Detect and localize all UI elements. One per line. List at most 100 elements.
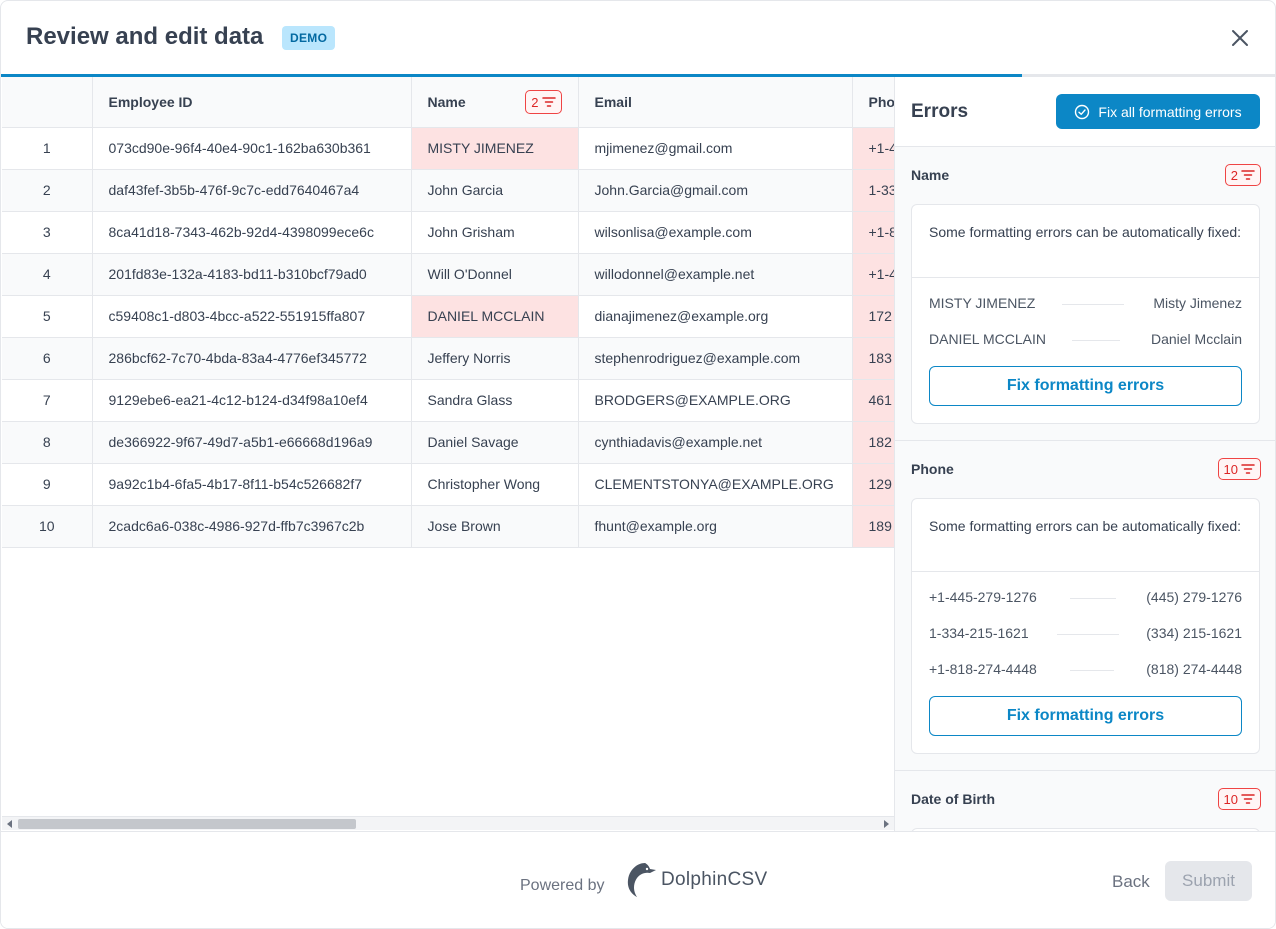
name-cell[interactable]: Sandra Glass (411, 379, 579, 422)
close-button[interactable] (1227, 25, 1253, 51)
table-row: 2 daf43fef-3b5b-476f-9c7c-edd7640467a4 Joh… (2, 169, 894, 212)
employee-id-cell[interactable]: 286bcf62-7c70-4bda-83a4-4776ef345772 (92, 337, 412, 380)
fix-row: 1-334-215-1621 (334) 215-1621 (912, 616, 1259, 652)
employee-id-cell[interactable]: daf43fef-3b5b-476f-9c7c-edd7640467a4 (92, 169, 412, 212)
section-error-filter[interactable]: 10 (1217, 788, 1261, 810)
email-cell[interactable]: CLEMENTSTONYA@EXAMPLE.ORG (578, 463, 853, 506)
phone-cell[interactable]: +1-445-279-1276 (852, 127, 894, 170)
fix-connector (1057, 634, 1119, 635)
email-cell[interactable]: fhunt@example.org (578, 505, 853, 548)
phone-cell[interactable]: 461 (852, 379, 894, 422)
fix-card: Some formatting errors can be automatica… (911, 498, 1260, 754)
employee-id-cell[interactable]: de366922-9f67-49d7-a5b1-e66668d196a9 (92, 421, 412, 464)
employee-id-cell[interactable]: c59408c1-d803-4bcc-a522-551915ffa807 (92, 295, 412, 338)
row-number-cell: 10 (2, 505, 93, 548)
scroll-left-icon[interactable] (7, 820, 12, 828)
modal-header: Review and edit data DEMO (1, 1, 1275, 77)
fix-from: +1-818-274-4448 (929, 661, 1037, 677)
fix-from: 1-334-215-1621 (929, 625, 1029, 641)
column-header-label: Employee ID (108, 93, 193, 110)
filter-icon (541, 97, 556, 107)
email-cell[interactable]: wilsonlisa@example.com (578, 211, 853, 254)
fix-from: MISTY JIMENEZ (929, 295, 1036, 311)
back-button[interactable]: Back (1112, 872, 1150, 892)
email-cell[interactable]: mjimenez@gmail.com (578, 127, 853, 170)
name-cell[interactable]: Will O'Donnel (411, 253, 579, 296)
error-count: 10 (1223, 461, 1238, 477)
name-cell[interactable]: John Grisham (411, 211, 579, 254)
name-cell[interactable]: Jeffery Norris (411, 337, 579, 380)
fix-connector (1070, 670, 1114, 671)
column-header-phone[interactable]: Phone (852, 77, 894, 128)
section-error-filter[interactable]: 10 (1217, 458, 1261, 480)
powered-by-label: Powered by (520, 877, 605, 894)
fix-to: (445) 279-1276 (1146, 589, 1242, 605)
fix-phone-button[interactable]: Fix formatting errors (929, 696, 1242, 736)
employee-id-cell[interactable]: 073cd90e-96f4-40e4-90c1-162ba630b361 (92, 127, 412, 170)
phone-cell[interactable]: 183 (852, 337, 894, 380)
email-cell[interactable]: willodonnel@example.net (578, 253, 853, 296)
error-count: 10 (1223, 791, 1238, 807)
name-cell[interactable]: DANIEL MCCLAIN (411, 295, 579, 338)
fix-name-button[interactable]: Fix formatting errors (929, 366, 1242, 406)
scroll-right-icon[interactable] (884, 820, 889, 828)
email-cell[interactable]: dianajimenez@example.org (578, 295, 853, 338)
row-number-cell: 1 (2, 127, 93, 170)
scrollbar-thumb[interactable] (18, 819, 356, 829)
filter-icon (1241, 170, 1255, 180)
name-error-filter[interactable]: 2 (525, 90, 562, 114)
employee-id-cell[interactable]: 8ca41d18-7343-462b-92d4-4398099ece6c (92, 211, 412, 254)
section-title: Date of Birth (911, 791, 995, 807)
email-cell[interactable]: cynthiadavis@example.net (578, 421, 853, 464)
email-cell[interactable]: BRODGERS@EXAMPLE.ORG (578, 379, 853, 422)
fix-to: (818) 274-4448 (1146, 661, 1242, 677)
name-cell[interactable]: Daniel Savage (411, 421, 579, 464)
email-cell[interactable]: stephenrodriguez@example.com (578, 337, 853, 380)
phone-cell[interactable]: 182 (852, 421, 894, 464)
name-cell[interactable]: Christopher Wong (411, 463, 579, 506)
section-title: Name (911, 167, 950, 183)
fix-message: Some formatting errors can be automatica… (912, 499, 1259, 572)
check-circle-icon (1075, 104, 1090, 119)
column-header-employee-id[interactable]: Employee ID (92, 77, 412, 128)
fix-from: +1-445-279-1276 (929, 589, 1037, 605)
phone-cell[interactable]: +1-818-274-4448 (852, 211, 894, 254)
fix-to: Misty Jimenez (1153, 295, 1242, 311)
employee-id-cell[interactable]: 2cadc6a6-038c-4986-927d-ffb7c3967c2b (92, 505, 412, 548)
employee-id-cell[interactable]: 9a92c1b4-6fa5-4b17-8f11-b54c526682f7 (92, 463, 412, 506)
email-cell[interactable]: John.Garcia@gmail.com (578, 169, 853, 212)
error-count: 2 (531, 94, 539, 110)
errors-panel-title: Errors (911, 101, 969, 122)
row-number-cell: 7 (2, 379, 93, 422)
column-header-name[interactable]: Name 2 (411, 77, 579, 128)
employee-id-cell[interactable]: 201fd83e-132a-4183-bd11-b310bcf79ad0 (92, 253, 412, 296)
fix-all-button[interactable]: Fix all formatting errors (1056, 94, 1260, 129)
phone-cell[interactable]: 172 (852, 295, 894, 338)
row-number-cell: 9 (2, 463, 93, 506)
row-number-cell: 5 (2, 295, 93, 338)
phone-cell[interactable]: 1-334-215-1621 (852, 169, 894, 212)
phone-cell[interactable]: +1-4 (852, 253, 894, 296)
fix-all-label: Fix all formatting errors (1098, 103, 1242, 120)
phone-cell[interactable]: 129 (852, 463, 894, 506)
row-number-cell: 2 (2, 169, 93, 212)
column-header-row-number (2, 77, 93, 128)
fix-message: Some formatting errors can be automatica… (912, 205, 1259, 278)
row-number-cell: 6 (2, 337, 93, 380)
phone-cell[interactable]: 189 (852, 505, 894, 548)
section-error-filter[interactable]: 2 (1224, 164, 1261, 186)
name-cell[interactable]: MISTY JIMENEZ (411, 127, 579, 170)
horizontal-scrollbar[interactable] (2, 816, 894, 830)
row-number-cell: 3 (2, 211, 93, 254)
name-cell[interactable]: John Garcia (411, 169, 579, 212)
demo-badge: DEMO (282, 26, 336, 50)
row-number-cell: 8 (2, 421, 93, 464)
column-header-email[interactable]: Email (578, 77, 853, 128)
filter-icon (1241, 794, 1255, 804)
submit-button[interactable]: Submit (1165, 861, 1252, 901)
errors-panel-header: Errors Fix all formatting errors (895, 77, 1275, 147)
fix-connector (1072, 340, 1120, 341)
employee-id-cell[interactable]: 9129ebe6-ea21-4c12-b124-d34f98a10ef4 (92, 379, 412, 422)
data-table-container: Employee ID Name 2 Email Phone 1073cd90e… (2, 77, 894, 817)
name-cell[interactable]: Jose Brown (411, 505, 579, 548)
